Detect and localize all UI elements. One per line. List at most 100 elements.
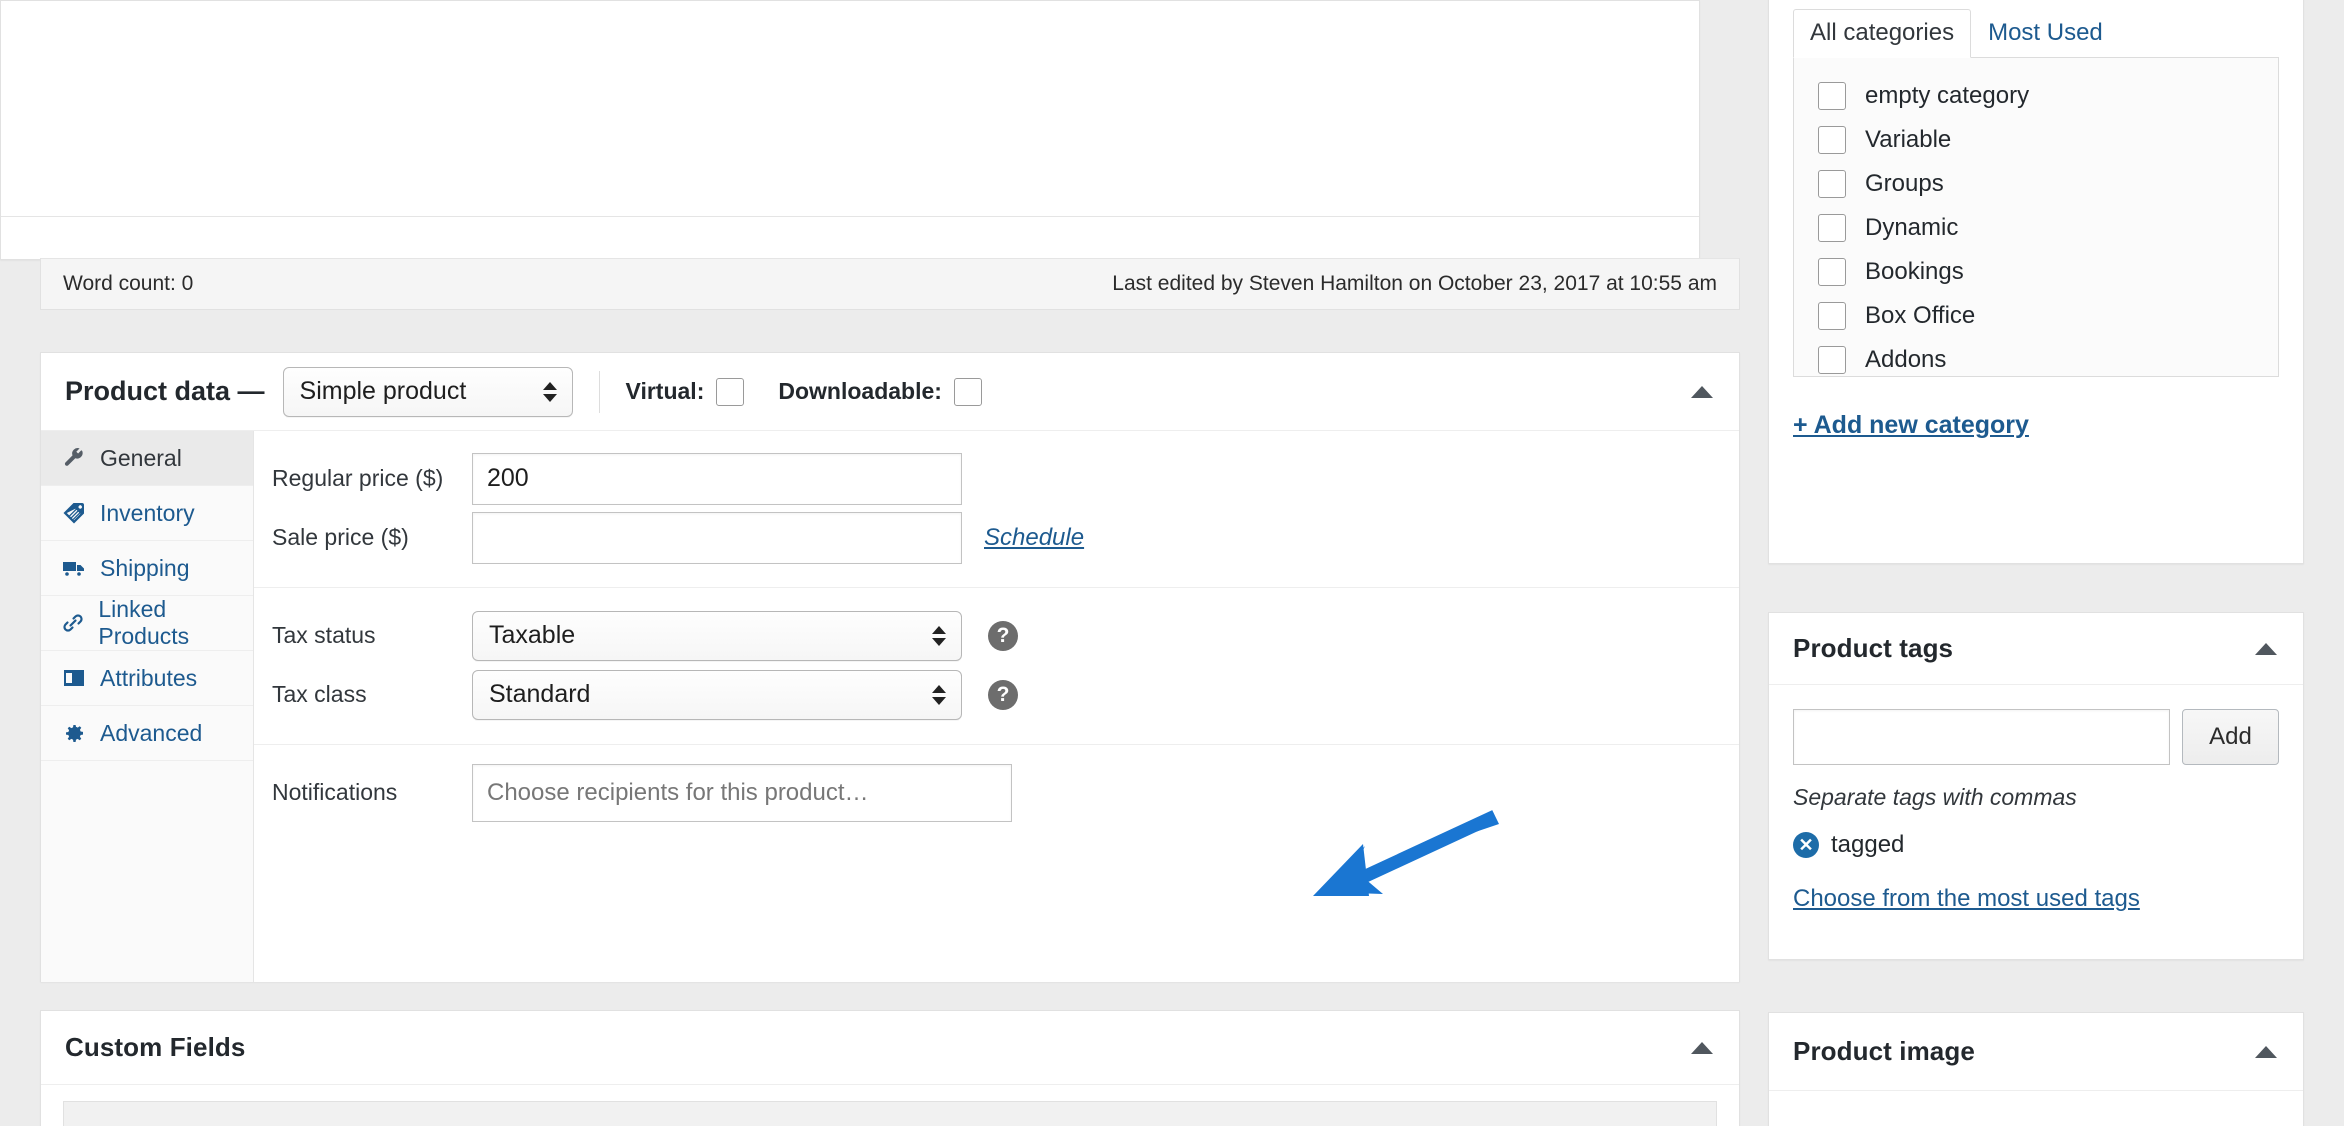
tag-entry-row: Add — [1793, 709, 2279, 765]
tab-inventory-label: Inventory — [100, 499, 195, 526]
category-label: Groups — [1865, 170, 1944, 197]
remove-tag-icon[interactable]: ✕ — [1793, 832, 1819, 858]
product-image-header: Product image — [1769, 1013, 2303, 1091]
notifications-recipients-input[interactable]: Choose recipients for this product… — [472, 763, 1012, 822]
category-label: empty category — [1865, 82, 2030, 109]
category-label: Variable — [1865, 126, 1952, 153]
category-item[interactable]: empty category — [1794, 74, 2278, 118]
regular-price-input[interactable]: 200 — [472, 452, 962, 505]
downloadable-checkbox[interactable] — [953, 377, 982, 406]
wordpress-product-edit-screen: Word count: 0 Last edited by Steven Hami… — [0, 0, 2344, 1126]
sale-price-input[interactable] — [472, 511, 962, 564]
editor-resize-area[interactable] — [1, 217, 1699, 259]
product-type-select[interactable]: Simple product — [282, 366, 573, 417]
category-item[interactable]: Addons — [1794, 338, 2278, 376]
product-data-body: General Inventory Shipping Linked Produc… — [41, 431, 1739, 982]
editor-canvas[interactable] — [1, 1, 1699, 217]
product-data-title: Product data — — [65, 376, 265, 406]
tab-all-categories[interactable]: All categories — [1793, 9, 1972, 58]
wrench-icon — [61, 445, 87, 471]
regular-price-label: Regular price ($) — [272, 465, 444, 491]
tax-status-help-icon[interactable]: ? — [988, 620, 1018, 651]
tax-status-select[interactable]: Taxable — [472, 610, 962, 661]
tab-advanced[interactable]: Advanced — [41, 706, 253, 761]
category-checklist[interactable]: empty category Variable Groups Dynamic B… — [1793, 57, 2279, 377]
tab-all-categories-label: All categories — [1810, 19, 1955, 46]
categories-tablist: All categories Most Used — [1769, 1, 2303, 58]
custom-fields-body — [41, 1085, 1739, 1126]
custom-fields-panel: Custom Fields — [40, 1010, 1740, 1126]
tab-shipping[interactable]: Shipping — [41, 541, 253, 596]
last-edited-label: Last edited by Steven Hamilton on Octobe… — [1112, 272, 1717, 295]
tab-general[interactable]: General — [41, 431, 253, 486]
category-item[interactable]: Bookings — [1794, 250, 2278, 294]
editor-status-bar: Word count: 0 Last edited by Steven Hami… — [40, 258, 1740, 310]
tab-attributes[interactable]: Attributes — [41, 651, 253, 706]
product-image-title: Product image — [1793, 1036, 1975, 1066]
custom-fields-title: Custom Fields — [65, 1032, 246, 1062]
product-type-value: Simple product — [299, 377, 467, 405]
virtual-checkbox[interactable] — [716, 377, 745, 406]
category-checkbox[interactable] — [1818, 346, 1846, 374]
tax-class-row: Tax class Standard ? — [254, 665, 1739, 724]
collapse-toggle-icon[interactable] — [1691, 1041, 1713, 1054]
category-checkbox[interactable] — [1818, 302, 1846, 330]
tax-status-label: Tax status — [272, 622, 376, 648]
product-data-fields: Regular price ($) 200 Sale price ($) Sch… — [254, 431, 1739, 982]
collapse-toggle-icon[interactable] — [2255, 1045, 2277, 1058]
tax-field-group: Tax status Taxable ? Tax class Standard — [254, 588, 1739, 745]
notifications-row: Notifications Choose recipients for this… — [254, 763, 1739, 822]
tab-linked-products-label: Linked Products — [98, 596, 190, 649]
category-checkbox[interactable] — [1818, 170, 1846, 198]
product-data-header: Product data — Simple product Virtual: D… — [41, 353, 1739, 431]
select-arrows-icon — [542, 381, 557, 402]
schedule-sale-link[interactable]: Schedule — [984, 524, 1084, 552]
category-item[interactable]: Box Office — [1794, 294, 2278, 338]
tax-class-help-icon[interactable]: ? — [988, 679, 1018, 710]
list-icon — [61, 665, 87, 691]
product-image-panel: Product image — [1768, 1012, 2304, 1126]
category-label: Dynamic — [1865, 214, 1959, 241]
custom-fields-header: Custom Fields — [41, 1011, 1739, 1085]
category-label: Bookings — [1865, 258, 1964, 285]
tab-advanced-label: Advanced — [100, 719, 203, 746]
sale-price-row: Sale price ($) Schedule — [254, 508, 1739, 567]
pricing-field-group: Regular price ($) 200 Sale price ($) Sch… — [254, 431, 1739, 588]
category-item[interactable]: Variable — [1794, 118, 2278, 162]
tax-status-row: Tax status Taxable ? — [254, 606, 1739, 665]
custom-fields-table-header — [63, 1101, 1717, 1126]
product-data-panel: Product data — Simple product Virtual: D… — [40, 352, 1740, 982]
tab-inventory[interactable]: Inventory — [41, 486, 253, 541]
add-new-category-link[interactable]: + Add new category — [1793, 411, 2279, 440]
tag-label: tagged — [1831, 831, 1905, 858]
tag-icon — [61, 500, 87, 526]
category-label: Box Office — [1865, 302, 1976, 329]
product-categories-panel: All categories Most Used empty category … — [1768, 0, 2304, 564]
product-tags-header: Product tags — [1769, 613, 2303, 685]
tax-class-select[interactable]: Standard — [472, 669, 962, 720]
word-count-label: Word count: 0 — [63, 272, 194, 295]
tab-most-used[interactable]: Most Used — [1971, 9, 2120, 58]
regular-price-row: Regular price ($) 200 — [254, 449, 1739, 508]
gear-icon — [61, 720, 87, 746]
product-data-tabs: General Inventory Shipping Linked Produc… — [41, 431, 254, 982]
collapse-toggle-icon[interactable] — [2255, 642, 2277, 655]
tab-most-used-label: Most Used — [1988, 19, 2103, 46]
most-used-tags-link[interactable]: Choose from the most used tags — [1793, 885, 2279, 913]
tag-chip: ✕ tagged — [1793, 831, 2279, 859]
category-checkbox[interactable] — [1818, 258, 1846, 286]
product-tags-panel: Product tags Add Separate tags with comm… — [1768, 612, 2304, 960]
tab-attributes-label: Attributes — [100, 664, 198, 691]
notifications-label: Notifications — [272, 779, 398, 805]
tag-hint-label: Separate tags with commas — [1793, 784, 2077, 810]
add-tag-button[interactable]: Add — [2182, 709, 2279, 765]
category-checkbox[interactable] — [1818, 126, 1846, 154]
collapse-toggle-icon[interactable] — [1691, 385, 1713, 398]
category-item[interactable]: Dynamic — [1794, 206, 2278, 250]
tag-input[interactable] — [1793, 709, 2170, 765]
category-item[interactable]: Groups — [1794, 162, 2278, 206]
category-checkbox[interactable] — [1818, 82, 1846, 110]
category-checkbox[interactable] — [1818, 214, 1846, 242]
tab-linked-products[interactable]: Linked Products — [41, 596, 253, 651]
link-icon — [61, 610, 85, 636]
